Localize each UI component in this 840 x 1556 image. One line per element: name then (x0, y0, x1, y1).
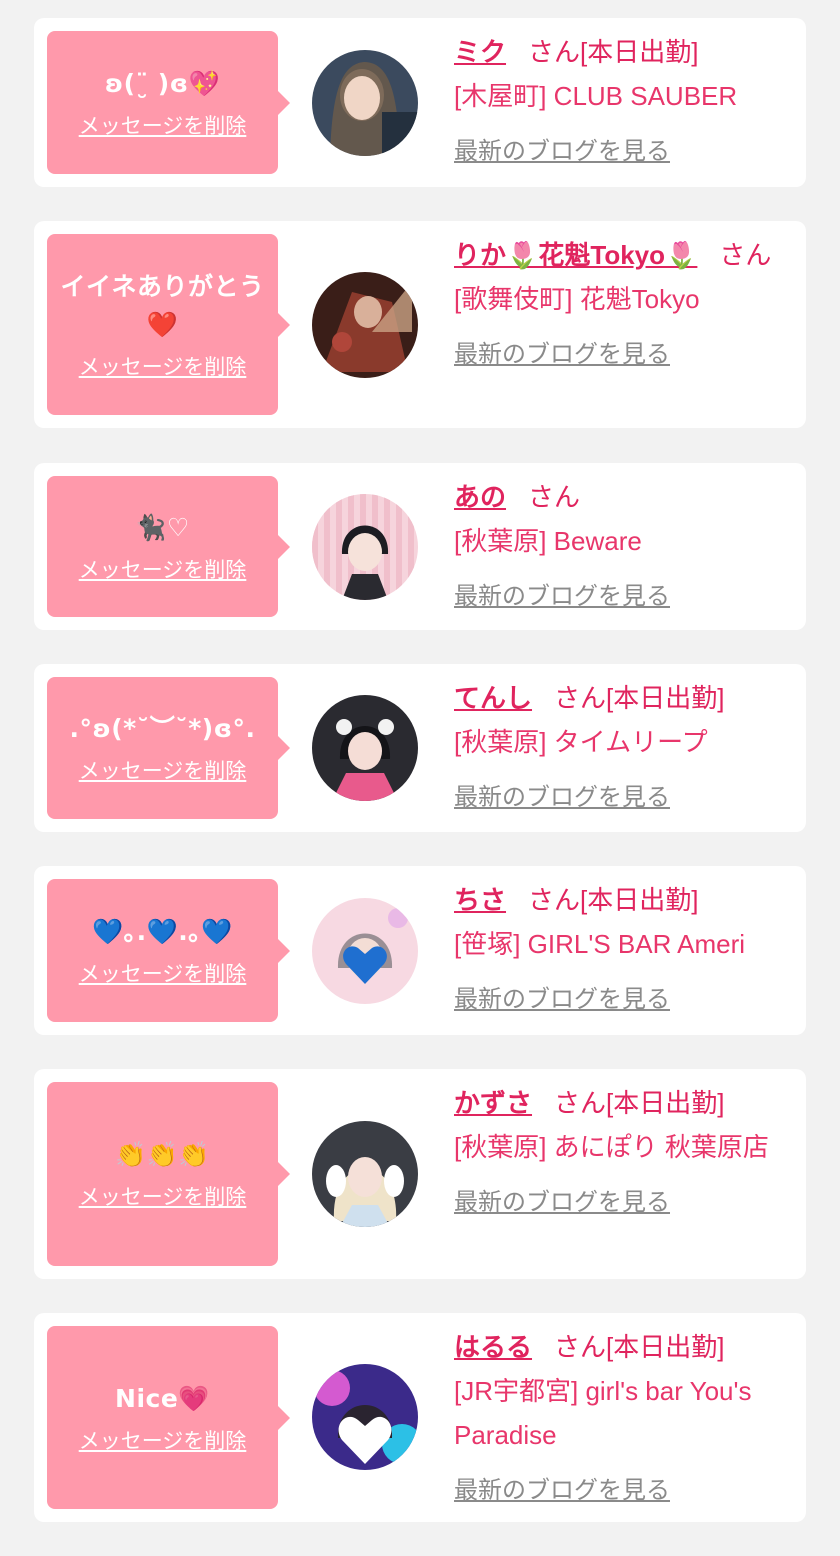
message-card: 👏👏👏 メッセージを削除 かずさ さん[本日出勤] [秋葉原] あにぽり 秋葉原店… (34, 1069, 806, 1279)
avatar[interactable] (312, 1364, 418, 1470)
status-label: [本日出勤] (580, 885, 699, 915)
delete-message-link[interactable]: メッセージを削除 (79, 959, 247, 989)
cast-name-link[interactable]: かずさ (454, 1088, 532, 1118)
delete-message-link[interactable]: メッセージを削除 (79, 111, 247, 141)
shop-label: [木屋町] CLUB SAUBER (454, 81, 738, 111)
shop-label: [JR宇都宮] girl's bar You's Paradise (454, 1376, 752, 1450)
message-bubble: 🐈‍⬛♡ メッセージを削除 (47, 476, 290, 617)
message-text: ʚ(¨̮ )ɞ💖 (104, 68, 221, 98)
shop-label: [秋葉原] あにぽり 秋葉原店 (454, 1132, 769, 1162)
message-text: イイネありがとう❤️ (60, 271, 265, 339)
blog-link[interactable]: 最新のブログを見る (454, 978, 670, 1022)
blog-link[interactable]: 最新のブログを見る (454, 776, 670, 820)
delete-message-link[interactable]: メッセージを削除 (79, 756, 247, 786)
san-label: さん (554, 1332, 607, 1362)
shop-label: [秋葉原] Beware (454, 526, 642, 556)
shop-label: [笹塚] GIRL'S BAR Ameri (454, 929, 746, 959)
avatar[interactable] (312, 272, 418, 378)
message-bubble: Nice💗 メッセージを削除 (47, 1326, 290, 1509)
san-label: さん (528, 37, 581, 67)
message-text: 🐈‍⬛♡ (135, 512, 190, 542)
san-label: さん (554, 1088, 607, 1118)
message-card: 🐈‍⬛♡ メッセージを削除 あの さん [秋葉原] Beware 最新のブログを見… (34, 463, 806, 630)
san-label: さん (528, 885, 581, 915)
blog-link[interactable]: 最新のブログを見る (454, 1469, 670, 1513)
shop-label: [歌舞伎町] 花魁Tokyo (454, 284, 700, 314)
san-label: さん (528, 482, 581, 512)
status-label: [本日出勤] (606, 683, 725, 713)
status-label: [本日出勤] (606, 1332, 725, 1362)
card-info: かずさ さん[本日出勤] [秋葉原] あにぽり 秋葉原店 最新のブログを見る (454, 1081, 788, 1225)
message-bubble: .°ʚ(*˘︶˘*)ɞ°. メッセージを削除 (47, 677, 290, 819)
avatar[interactable] (312, 695, 418, 801)
cast-name-link[interactable]: あの (454, 482, 506, 512)
san-label: さん (719, 240, 772, 270)
status-label: [本日出勤] (580, 37, 699, 67)
cast-name-link[interactable]: ちさ (454, 885, 506, 915)
avatar[interactable] (312, 494, 418, 600)
shop-label: [秋葉原] タイムリープ (454, 727, 708, 757)
cast-name-link[interactable]: てんし (454, 683, 532, 713)
delete-message-link[interactable]: メッセージを削除 (79, 1426, 247, 1456)
blog-link[interactable]: 最新のブログを見る (454, 575, 670, 619)
cast-name-link[interactable]: ミク (454, 37, 506, 67)
cast-name-link[interactable]: りか🌷花魁Tokyo🌷 (454, 240, 697, 270)
card-info: あの さん [秋葉原] Beware 最新のブログを見る (454, 475, 788, 619)
blog-link[interactable]: 最新のブログを見る (454, 1181, 670, 1225)
card-info: はるる さん[本日出勤] [JR宇都宮] girl's bar You's Par… (454, 1325, 788, 1513)
message-card: イイネありがとう❤️ メッセージを削除 りか🌷花魁Tokyo🌷 さん [歌舞伎町]… (34, 221, 806, 428)
card-info: てんし さん[本日出勤] [秋葉原] タイムリープ 最新のブログを見る (454, 676, 788, 820)
avatar[interactable] (312, 1121, 418, 1227)
card-info: りか🌷花魁Tokyo🌷 さん [歌舞伎町] 花魁Tokyo 最新のブログを見る (454, 233, 788, 377)
card-info: ちさ さん[本日出勤] [笹塚] GIRL'S BAR Ameri 最新のブログを… (454, 878, 788, 1022)
delete-message-link[interactable]: メッセージを削除 (79, 352, 247, 382)
message-card: ʚ(¨̮ )ɞ💖 メッセージを削除 ミク さん[本日出勤] [木屋町] CLUB … (34, 18, 806, 187)
blog-link[interactable]: 最新のブログを見る (454, 333, 670, 377)
avatar[interactable] (312, 50, 418, 156)
status-label: [本日出勤] (606, 1088, 725, 1118)
message-card: Nice💗 メッセージを削除 はるる さん[本日出勤] [JR宇都宮] girl'… (34, 1313, 806, 1522)
message-bubble: 💙｡.💙.｡💙 メッセージを削除 (47, 879, 290, 1022)
delete-message-link[interactable]: メッセージを削除 (79, 1182, 247, 1212)
cast-name-link[interactable]: はるる (454, 1332, 532, 1362)
message-card: 💙｡.💙.｡💙 メッセージを削除 ちさ さん[本日出勤] [笹塚] GIRL'S … (34, 866, 806, 1035)
message-bubble: 👏👏👏 メッセージを削除 (47, 1082, 290, 1266)
message-text: 💙｡.💙.｡💙 (92, 916, 233, 946)
message-card: .°ʚ(*˘︶˘*)ɞ°. メッセージを削除 てんし さん[本日出勤] [秋葉原]… (34, 664, 806, 832)
card-info: ミク さん[本日出勤] [木屋町] CLUB SAUBER 最新のブログを見る (454, 30, 788, 174)
delete-message-link[interactable]: メッセージを削除 (79, 555, 247, 585)
message-bubble: イイネありがとう❤️ メッセージを削除 (47, 234, 290, 415)
message-text: Nice💗 (115, 1383, 210, 1413)
blog-link[interactable]: 最新のブログを見る (454, 130, 670, 174)
message-text: 👏👏👏 (115, 1140, 210, 1169)
message-text: .°ʚ(*˘︶˘*)ɞ°. (69, 714, 256, 743)
san-label: さん (554, 683, 607, 713)
avatar[interactable] (312, 898, 418, 1004)
message-bubble: ʚ(¨̮ )ɞ💖 メッセージを削除 (47, 31, 290, 174)
